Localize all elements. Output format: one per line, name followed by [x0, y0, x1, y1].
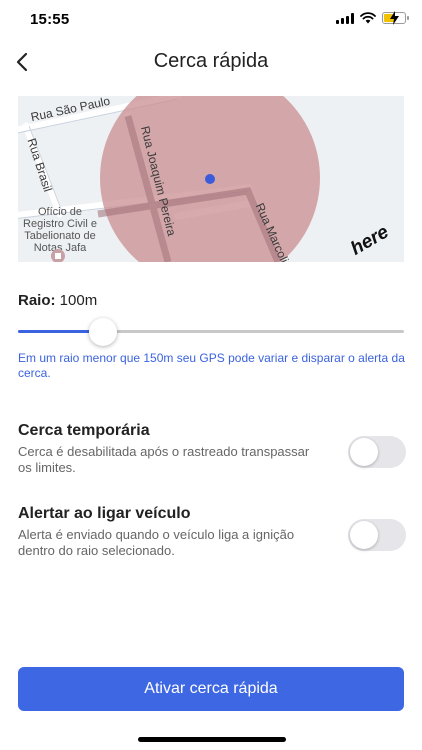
setting-vehicle-ignition-alert: Alertar ao ligar veículo Alerta é enviad… — [18, 505, 410, 559]
poi-label: Ofício de Registro Civil e Tabelionato de N… — [23, 206, 97, 254]
battery-icon — [382, 11, 409, 25]
page-title: Cerca rápida — [153, 50, 269, 72]
status-bar: 15:55 — [0, 0, 422, 40]
vehicle-ignition-alert-toggle[interactable] — [348, 519, 406, 551]
header: Cerca rápida — [0, 40, 422, 84]
setting-description: Cerca é desabilitada após o rastreado tr… — [18, 444, 310, 475]
radius-value: 100m — [59, 292, 98, 309]
activate-quick-fence-button[interactable]: Ativar cerca rápida — [18, 667, 404, 711]
setting-title: Alertar ao ligar veículo — [18, 505, 191, 522]
cellular-signal-icon — [336, 12, 354, 24]
radius-slider[interactable] — [18, 318, 404, 346]
slider-thumb[interactable] — [88, 318, 117, 346]
temporary-fence-toggle[interactable] — [348, 436, 406, 468]
setting-temporary-fence: Cerca temporária Cerca é desabilitada ap… — [18, 422, 410, 476]
setting-description: Alerta é enviado quando o veículo liga a… — [18, 527, 295, 558]
wifi-icon — [360, 12, 376, 24]
toggle-knob — [350, 521, 378, 549]
map[interactable]: Rua São Paulo Rua Brasil Rua Joaquim Per… — [18, 96, 404, 262]
home-indicator — [138, 737, 286, 742]
status-icons — [336, 11, 409, 25]
toggle-knob — [350, 438, 378, 466]
setting-title: Cerca temporária — [18, 422, 150, 439]
radius-row: Raio: 100m — [18, 292, 97, 309]
radius-hint: Em um raio menor que 150m seu GPS pode v… — [18, 351, 405, 380]
status-time: 15:55 — [30, 11, 70, 28]
radius-label: Raio: — [18, 292, 56, 309]
poi-marker-icon — [51, 249, 65, 262]
